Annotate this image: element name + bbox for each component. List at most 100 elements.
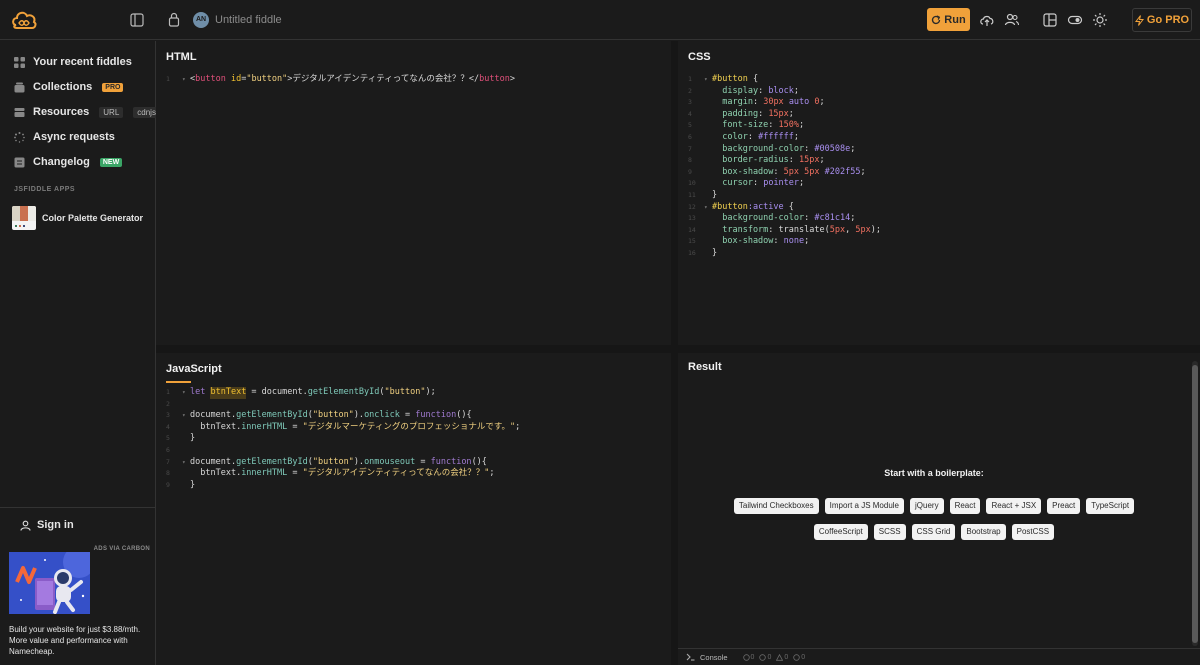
sidebar-item-changelog[interactable]: Changelog NEW	[14, 154, 123, 170]
boilerplate-button[interactable]: CoffeeScript	[813, 524, 868, 540]
fold-arrow-icon[interactable]	[704, 178, 712, 190]
fold-arrow-icon[interactable]	[182, 468, 190, 480]
boilerplate-button[interactable]: Import a JS Module	[824, 498, 904, 514]
layout-icon[interactable]	[1042, 12, 1058, 28]
boilerplate-button[interactable]: Tailwind Checkboxes	[733, 498, 819, 514]
code-line[interactable]: 1 ▾ #button {	[688, 74, 881, 86]
code-line[interactable]: 4 padding: 15px;	[688, 109, 881, 121]
code-line[interactable]: 12 ▾ #button:active {	[688, 202, 881, 214]
code-line[interactable]: 14 transform: translate(5px, 5px);	[688, 225, 881, 237]
fold-arrow-icon[interactable]	[182, 445, 190, 457]
sidebar-item-collections[interactable]: Collections PRO	[14, 79, 124, 95]
code-line[interactable]: 2 display: block;	[688, 86, 881, 98]
fold-arrow-icon[interactable]	[182, 399, 190, 411]
fold-arrow-icon[interactable]	[704, 190, 712, 202]
sidebar-item-recent-fiddles[interactable]: Your recent fiddles	[14, 54, 132, 70]
boilerplate-button[interactable]: React	[949, 498, 981, 514]
code-line[interactable]: 1 ▾ < button id = "button" >デジタルアイデンティティってなんの会…	[166, 74, 515, 86]
avatar[interactable]: AN	[193, 12, 209, 28]
sun-icon[interactable]	[1092, 12, 1108, 28]
boilerplate-button[interactable]: PostCSS	[1011, 524, 1055, 540]
code-line[interactable]: 16}	[688, 248, 881, 260]
console-log-count[interactable]: 0	[742, 654, 754, 661]
jsfiddle-logo-icon[interactable]	[10, 7, 38, 33]
fold-arrow-icon[interactable]	[182, 422, 190, 434]
app-color-palette-generator[interactable]: Color Palette Generator	[12, 206, 143, 230]
fold-arrow-icon[interactable]	[704, 109, 712, 121]
fold-arrow-icon[interactable]	[182, 480, 190, 492]
fold-arrow-icon[interactable]	[704, 167, 712, 179]
code-line[interactable]: 8 border-radius: 15px;	[688, 155, 881, 167]
fold-arrow-icon[interactable]: ▾	[182, 74, 190, 86]
code-line[interactable]: 9 box-shadow: 5px 5px #202f55;	[688, 167, 881, 179]
ad-image[interactable]	[9, 552, 90, 614]
go-pro-button[interactable]: Go PRO	[1132, 8, 1192, 32]
fold-arrow-icon[interactable]	[704, 132, 712, 144]
left-horizontal-splitter[interactable]	[156, 345, 671, 353]
sign-in-button[interactable]: Sign in	[20, 519, 74, 531]
boilerplate-button[interactable]: CSS Grid	[911, 524, 956, 540]
toggle-icon[interactable]	[1067, 12, 1083, 28]
code-line[interactable]: 10 cursor: pointer;	[688, 178, 881, 190]
console-error-count[interactable]: 0	[793, 654, 805, 661]
code-line[interactable]: 5}	[166, 433, 520, 445]
console-info-count[interactable]: 0	[759, 654, 771, 661]
vertical-splitter[interactable]	[671, 41, 678, 665]
code-line[interactable]: 4 btnText. innerHTML = "デジタルマーケティングのプロフェッ…	[166, 422, 520, 434]
code-token: document	[190, 410, 231, 421]
fiddle-title[interactable]: Untitled fiddle	[215, 14, 282, 26]
cloud-upload-icon[interactable]	[979, 12, 995, 28]
result-scrollbar-thumb[interactable]	[1192, 365, 1198, 643]
sidebar-toggle-icon[interactable]	[130, 13, 144, 27]
code-line[interactable]: 5 font-size: 150%;	[688, 120, 881, 132]
console-warning-count[interactable]: 0	[776, 653, 788, 661]
fold-arrow-icon[interactable]	[182, 433, 190, 445]
code-line[interactable]: 6 color: #ffffff;	[688, 132, 881, 144]
js-code-editor[interactable]: 1 ▾ let btnText = document. getElementById(…	[166, 387, 520, 491]
console-bar[interactable]: Console 0 0 0 0	[678, 648, 1200, 665]
fold-arrow-icon[interactable]	[704, 120, 712, 132]
fold-arrow-icon[interactable]: ▾	[704, 74, 712, 86]
boilerplate-button[interactable]: jQuery	[910, 498, 944, 514]
code-line[interactable]: 7 ▾ document. getElementById("button"). onmo…	[166, 457, 520, 469]
fold-arrow-icon[interactable]	[704, 248, 712, 260]
code-line[interactable]: 15 box-shadow: none;	[688, 236, 881, 248]
code-line[interactable]: 11}	[688, 190, 881, 202]
lock-icon[interactable]	[168, 12, 180, 27]
code-line[interactable]: 9}	[166, 480, 520, 492]
fold-arrow-icon[interactable]	[704, 97, 712, 109]
boilerplate-button[interactable]: React + JSX	[986, 498, 1042, 514]
code-line[interactable]: 6	[166, 445, 520, 457]
fold-arrow-icon[interactable]	[704, 86, 712, 98]
code-line[interactable]: 3 ▾ document. getElementById("button"). oncl…	[166, 410, 520, 422]
css-code-editor[interactable]: 1 ▾ #button {2 display: block; 3 margin: 30…	[688, 74, 881, 260]
fold-arrow-icon[interactable]: ▾	[182, 410, 190, 422]
sidebar-item-async-requests[interactable]: Async requests	[14, 129, 115, 145]
fold-arrow-icon[interactable]	[704, 213, 712, 225]
fold-arrow-icon[interactable]: ▾	[704, 202, 712, 214]
fold-arrow-icon[interactable]	[704, 144, 712, 156]
code-line[interactable]: 7 background-color: #00508e;	[688, 144, 881, 156]
code-line[interactable]: 3 margin: 30px auto 0;	[688, 97, 881, 109]
boilerplate-button[interactable]: SCSS	[873, 524, 906, 540]
code-line[interactable]: 13 background-color: #c81c14;	[688, 213, 881, 225]
boilerplate-button[interactable]: Bootstrap	[961, 524, 1006, 540]
fold-arrow-icon[interactable]	[704, 236, 712, 248]
ad-text[interactable]: Build your website for just $3.88/mth. M…	[9, 624, 149, 657]
boilerplate-button[interactable]: Preact	[1047, 498, 1081, 514]
code-line[interactable]: 1 ▾ let btnText = document. getElementById(…	[166, 387, 520, 399]
fold-arrow-icon[interactable]	[704, 155, 712, 167]
code-line[interactable]: 8 btnText. innerHTML = "デジタルアイデンティティってなんの…	[166, 468, 520, 480]
url-badge[interactable]: URL	[99, 106, 124, 118]
code-line[interactable]: 2	[166, 399, 520, 411]
fold-arrow-icon[interactable]: ▾	[182, 387, 190, 399]
run-button[interactable]: Run	[927, 8, 970, 31]
fold-arrow-icon[interactable]	[704, 225, 712, 237]
right-horizontal-splitter[interactable]	[678, 345, 1200, 353]
html-code-editor[interactable]: 1 ▾ < button id = "button" >デジタルアイデンティティってなんの会…	[166, 74, 515, 86]
users-icon[interactable]	[1004, 12, 1020, 28]
ad-label[interactable]: ADS VIA CARBON	[94, 546, 150, 552]
boilerplate-button[interactable]: TypeScript	[1086, 498, 1135, 514]
fold-arrow-icon[interactable]: ▾	[182, 457, 190, 469]
sidebar-item-resources[interactable]: Resources URL cdnjs	[14, 104, 160, 120]
